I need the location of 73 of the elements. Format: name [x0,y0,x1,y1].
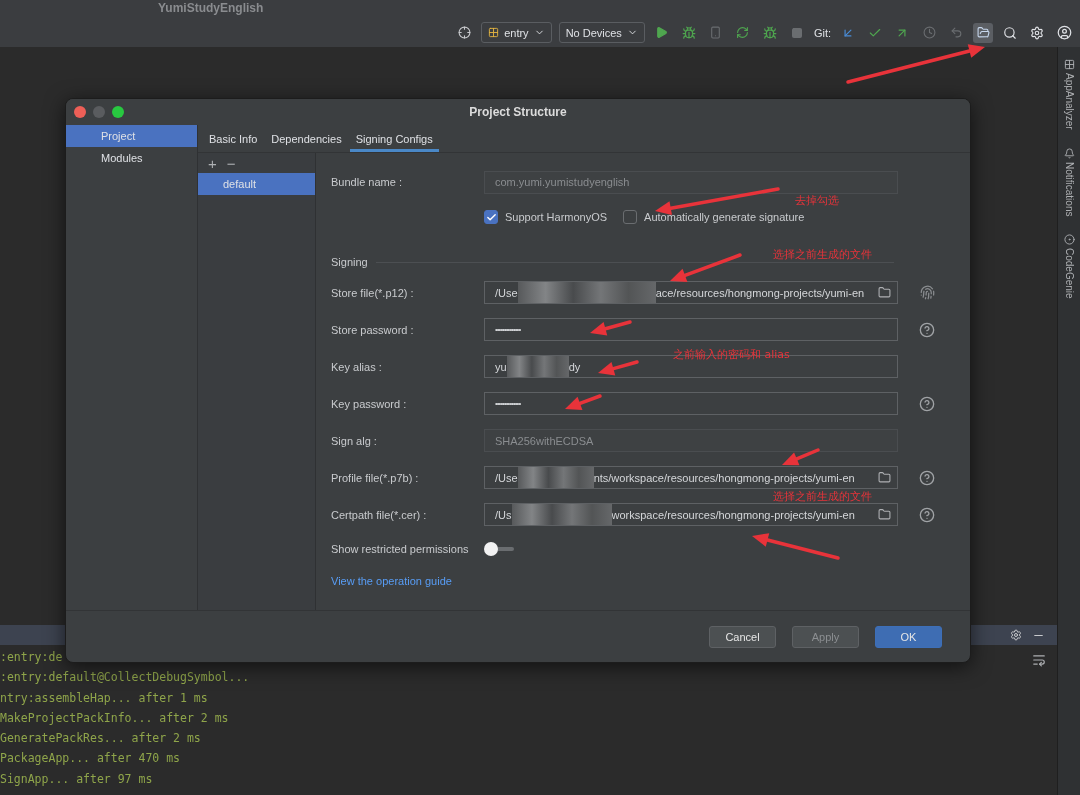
input-field[interactable]: /Use nts/workspace/resources/hongmong-projects/yumi-en [484,466,898,489]
help-icon[interactable] [919,506,935,523]
toggle-switch[interactable] [484,542,514,556]
arrow-drawing [670,253,742,282]
checkbox[interactable] [623,210,638,224]
field-label: Key alias : [331,360,383,373]
field-label: Profile file(*.p7b) : [331,471,420,484]
remove-button[interactable]: − [226,155,236,171]
run-config-dropdown[interactable]: entry [481,22,552,43]
help-icon[interactable] [919,321,935,338]
settings-icon[interactable] [1010,629,1022,641]
password-field[interactable]: •••••••••••••• [484,392,898,415]
app-title: YumiStudyEnglish [158,1,265,15]
sidebar-item[interactable]: Modules [66,147,197,169]
folder-icon[interactable] [878,508,891,521]
console-line: ntry:assembleHap... after 1 ms [0,689,209,707]
maximize-icon[interactable] [112,106,124,118]
checkbox[interactable] [484,210,498,224]
tab[interactable]: Dependencies [265,125,348,152]
console-line: PackageApp... after 470 ms [0,750,181,768]
git-label: Git: [813,26,831,39]
toggle-label: Show restricted permissions [331,543,470,555]
dialog-title: Project Structure [469,105,567,119]
field-label: Store password : [331,323,415,336]
annotation-note: 去掉勾选 [795,194,839,207]
tab[interactable]: Basic Info [203,125,264,152]
arrow-drawing [782,448,820,466]
console-line: SignApp... after 97 ms [0,770,154,788]
grid-icon[interactable] [1063,59,1075,70]
ok-button[interactable]: OK [875,625,942,648]
console-line: :entry:de [0,649,64,666]
arrow-drawing [565,394,602,410]
console-line: MakeProjectPackInfo... after 2 ms [0,709,230,727]
cancel-button[interactable]: Cancel [709,625,776,648]
console-line: :entry:default@CollectDebugSymbol... [0,669,251,687]
field-label: Key password : [331,397,408,410]
folder-icon[interactable] [878,286,891,299]
input-field[interactable]: /Use ace/resources/hongmong-projects/yumi-en [484,281,898,304]
input-field: SHA256withECDSA [484,429,898,452]
close-icon[interactable] [74,106,86,118]
side-tab[interactable]: AppAnalyzer [1063,73,1075,130]
sidebar-item[interactable]: Project [66,125,197,147]
module-icon [488,27,500,38]
side-tab[interactable]: CodeGenie [1063,248,1075,299]
field-label: Sign alg : [331,434,378,447]
field-label: Store file(*.p12) : [331,286,415,299]
help-icon[interactable] [919,469,935,486]
checkbox-label: Support HarmonyOS [505,211,608,223]
circle-icon[interactable] [1063,234,1075,246]
input-field: com.yumi.yumistudyenglish [484,170,898,194]
annotation-note: 选择之前生成的文件 [773,490,872,503]
field-label: Certpath file(*.cer) : [331,508,428,521]
console-line: GeneratePackRes... after 2 ms [0,730,202,748]
add-button[interactable]: + [208,155,217,171]
section-title: Signing [331,256,368,268]
field-label: Bundle name : [331,176,403,188]
side-tab[interactable]: Notifications [1063,161,1075,217]
device-dropdown[interactable]: No Devices [558,22,645,43]
password-field[interactable]: •••••••••••••• [484,318,898,341]
help-icon[interactable] [919,395,935,412]
config-item[interactable]: default [198,173,315,195]
folder-icon[interactable] [878,471,891,484]
guide-link[interactable]: View the operation guide [331,575,452,587]
redaction-blur [506,356,569,377]
wrap-icon[interactable] [1032,653,1046,667]
bell-icon[interactable] [1063,147,1075,159]
arrow-drawing [598,360,639,376]
arrow-drawing [590,320,632,336]
fingerprint-icon[interactable] [920,285,935,300]
checkbox-label: Automatically generate signature [644,211,805,223]
folder-icon[interactable] [973,22,993,43]
input-field[interactable]: /Us workspace/resources/hongmong-projects/yumi-en [484,503,898,526]
annotation-note: 选择之前生成的文件 [773,248,872,261]
